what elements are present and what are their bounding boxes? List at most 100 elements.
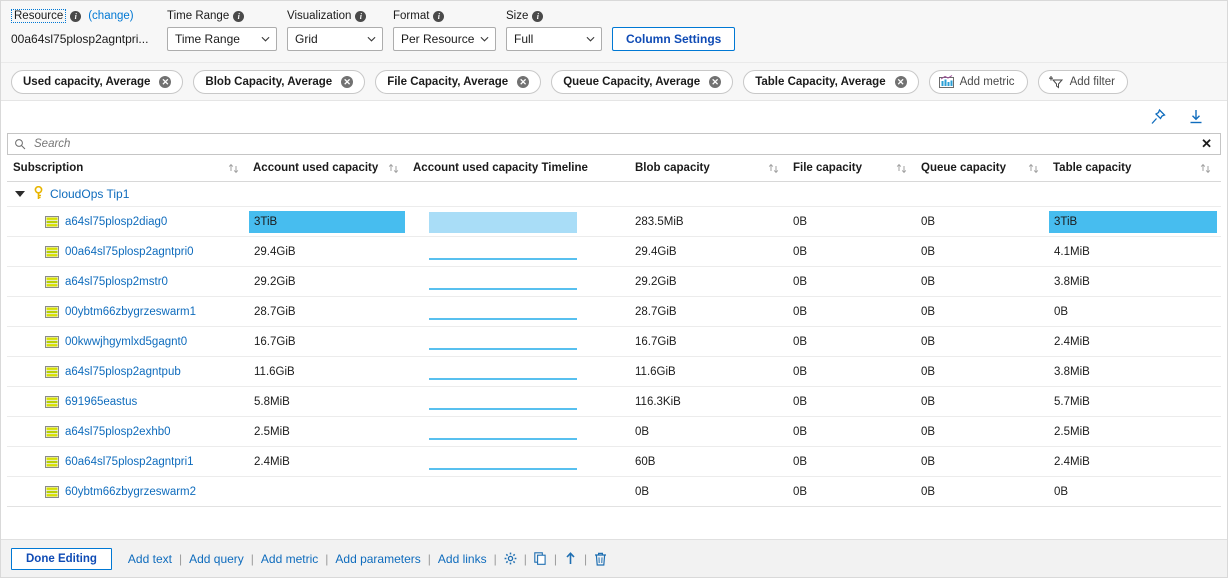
cell-blob-capacity: 283.5MiB — [629, 207, 787, 236]
cell-blob-capacity: 29.2GiB — [629, 267, 787, 296]
param-format-label-text: Format — [393, 10, 430, 22]
info-icon[interactable]: i — [532, 10, 544, 22]
column-header-table-capacity[interactable]: Table capacity — [1047, 162, 1219, 174]
table-row[interactable]: 00ybtm66zbygrzeswarm1 28.7GiB 28.7GiB 0B 0B 0… — [7, 297, 1221, 327]
search-input[interactable] — [26, 137, 1200, 151]
add-text-link[interactable]: Add text — [126, 552, 174, 566]
storage-account-link[interactable]: a64sl75plosp2diag0 — [65, 216, 167, 228]
close-circle-icon[interactable]: ✕ — [341, 75, 354, 88]
column-header-queue-capacity[interactable]: Queue capacity — [915, 162, 1047, 174]
time-range-dropdown[interactable]: Time Range — [167, 27, 277, 51]
storage-account-link[interactable]: 00a64sl75plosp2agntpri0 — [65, 246, 194, 258]
done-editing-button[interactable]: Done Editing — [11, 547, 112, 570]
resource-value[interactable]: 00a64sl75plosp2agntpri... — [11, 27, 151, 51]
add-links-link[interactable]: Add links — [436, 552, 489, 566]
format-dropdown[interactable]: Per Resource — [393, 27, 496, 51]
add-metric-button[interactable]: Add metric — [928, 69, 1028, 94]
info-icon[interactable]: i — [433, 10, 445, 22]
separator: | — [553, 551, 557, 566]
info-icon[interactable]: i — [233, 10, 245, 22]
resource-change-link[interactable]: (change) — [88, 9, 133, 23]
download-icon[interactable] — [1187, 108, 1205, 126]
table-row[interactable]: a64sl75plosp2mstr0 29.2GiB 29.2GiB 0B 0B 3.8M… — [7, 267, 1221, 297]
chevron-down-icon — [586, 36, 595, 42]
table-row[interactable]: 60ybtm66zbygrzeswarm2 0B 0B 0B 0B — [7, 477, 1221, 507]
sparkline-line — [429, 378, 577, 380]
cell-account-used-capacity: 2.5MiB — [247, 417, 407, 446]
storage-account-link[interactable]: a64sl75plosp2agntpub — [65, 366, 181, 378]
value-text: 2.4MiB — [1054, 455, 1090, 468]
cell-file-capacity: 0B — [787, 417, 915, 446]
info-icon[interactable]: i — [355, 10, 367, 22]
column-label: Account used capacity Timeline — [413, 162, 588, 174]
group-label[interactable]: CloudOps Tip1 — [50, 187, 129, 201]
column-header-subscription[interactable]: Subscription — [7, 162, 247, 174]
gear-icon[interactable] — [502, 552, 519, 565]
copy-icon[interactable] — [532, 552, 549, 565]
value-text: 2.4MiB — [1054, 335, 1090, 348]
group-row-cloudops-tip1[interactable]: CloudOps Tip1 — [7, 182, 1221, 207]
table-row[interactable]: 00kwwjhgymlxd5gagnt0 16.7GiB 16.7GiB 0B 0B 2.… — [7, 327, 1221, 357]
separator: | — [325, 551, 329, 566]
chip-table-capacity[interactable]: Table Capacity, Average ✕ — [743, 69, 919, 94]
value-text: 0B — [921, 305, 936, 318]
close-circle-icon[interactable]: ✕ — [159, 75, 172, 88]
column-label: File capacity — [793, 162, 863, 174]
add-query-link[interactable]: Add query — [187, 552, 246, 566]
table-row[interactable]: a64sl75plosp2agntpub 11.6GiB 11.6GiB 0B 0B 3.… — [7, 357, 1221, 387]
value-text: 0B — [921, 335, 936, 348]
close-circle-icon[interactable]: ✕ — [709, 75, 722, 88]
add-parameters-link[interactable]: Add parameters — [333, 552, 422, 566]
expand-collapse-triangle-icon[interactable] — [15, 191, 25, 197]
move-up-icon[interactable] — [562, 552, 579, 565]
table-row[interactable]: 00a64sl75plosp2agntpri0 29.4GiB 29.4GiB 0B 0… — [7, 237, 1221, 267]
param-resource-label-text: Resource — [11, 9, 67, 23]
storage-account-icon — [45, 365, 59, 378]
table-row[interactable]: a64sl75plosp2diag0 3TiB 283.5MiB 0B 0B 3TiB — [7, 207, 1221, 237]
cell-account-used-capacity-timeline — [407, 477, 629, 506]
column-header-file-capacity[interactable]: File capacity — [787, 162, 915, 174]
table-row[interactable]: 691965eastus 5.8MiB 116.3KiB 0B 0B 5.7MiB — [7, 387, 1221, 417]
delete-icon[interactable] — [592, 552, 609, 566]
chip-queue-capacity[interactable]: Queue Capacity, Average ✕ — [551, 69, 734, 94]
cell-queue-capacity: 0B — [915, 417, 1047, 446]
size-value: Full — [514, 32, 534, 46]
close-circle-icon[interactable]: ✕ — [517, 75, 530, 88]
cell-account-used-capacity-timeline — [407, 267, 629, 296]
add-metric-link[interactable]: Add metric — [259, 552, 320, 566]
cell-blob-capacity: 29.4GiB — [629, 237, 787, 266]
search-clear-icon[interactable]: ✕ — [1199, 136, 1214, 152]
param-time-range: Time Range i Time Range — [167, 9, 277, 51]
chip-blob-capacity[interactable]: Blob Capacity, Average ✕ — [193, 69, 366, 94]
storage-account-link[interactable]: 00ybtm66zbygrzeswarm1 — [65, 306, 196, 318]
table-row[interactable]: a64sl75plosp2exhb0 2.5MiB 0B 0B 0B 2.5MiB — [7, 417, 1221, 447]
chip-file-capacity[interactable]: File Capacity, Average ✕ — [375, 69, 542, 94]
size-dropdown[interactable]: Full — [506, 27, 602, 51]
column-header-account-used-capacity-timeline[interactable]: Account used capacity Timeline — [407, 162, 629, 174]
info-icon[interactable]: i — [70, 10, 82, 22]
storage-account-link[interactable]: a64sl75plosp2mstr0 — [65, 276, 168, 288]
separator: | — [178, 551, 183, 566]
add-filter-button[interactable]: Add filter — [1037, 69, 1128, 94]
sparkline-line — [429, 318, 577, 320]
column-settings-button[interactable]: Column Settings — [612, 27, 736, 51]
close-circle-icon[interactable]: ✕ — [894, 75, 907, 88]
chip-used-capacity[interactable]: Used capacity, Average ✕ — [11, 69, 184, 94]
storage-account-link[interactable]: 60ybtm66zbygrzeswarm2 — [65, 486, 196, 498]
chip-label: Used capacity, Average — [23, 75, 151, 88]
value-text: 0B — [1054, 305, 1069, 318]
visualization-dropdown[interactable]: Grid — [287, 27, 383, 51]
sort-icon — [228, 163, 239, 173]
grid-search-bar[interactable]: ✕ — [7, 133, 1221, 155]
pin-icon[interactable] — [1149, 108, 1167, 126]
grid-header-row: Subscription Account used capacity Accou… — [7, 155, 1221, 182]
storage-account-link[interactable]: 60a64sl75plosp2agntpri1 — [65, 456, 194, 468]
table-row[interactable]: 60a64sl75plosp2agntpri1 2.4MiB 60B 0B 0B 2.4M… — [7, 447, 1221, 477]
column-header-account-used-capacity[interactable]: Account used capacity — [247, 162, 407, 174]
column-header-blob-capacity[interactable]: Blob capacity — [629, 162, 787, 174]
storage-account-link[interactable]: 691965eastus — [65, 396, 137, 408]
storage-account-link[interactable]: 00kwwjhgymlxd5gagnt0 — [65, 336, 187, 348]
storage-account-icon — [45, 215, 59, 228]
value-text: 5.7MiB — [1054, 395, 1090, 408]
storage-account-link[interactable]: a64sl75plosp2exhb0 — [65, 426, 171, 438]
